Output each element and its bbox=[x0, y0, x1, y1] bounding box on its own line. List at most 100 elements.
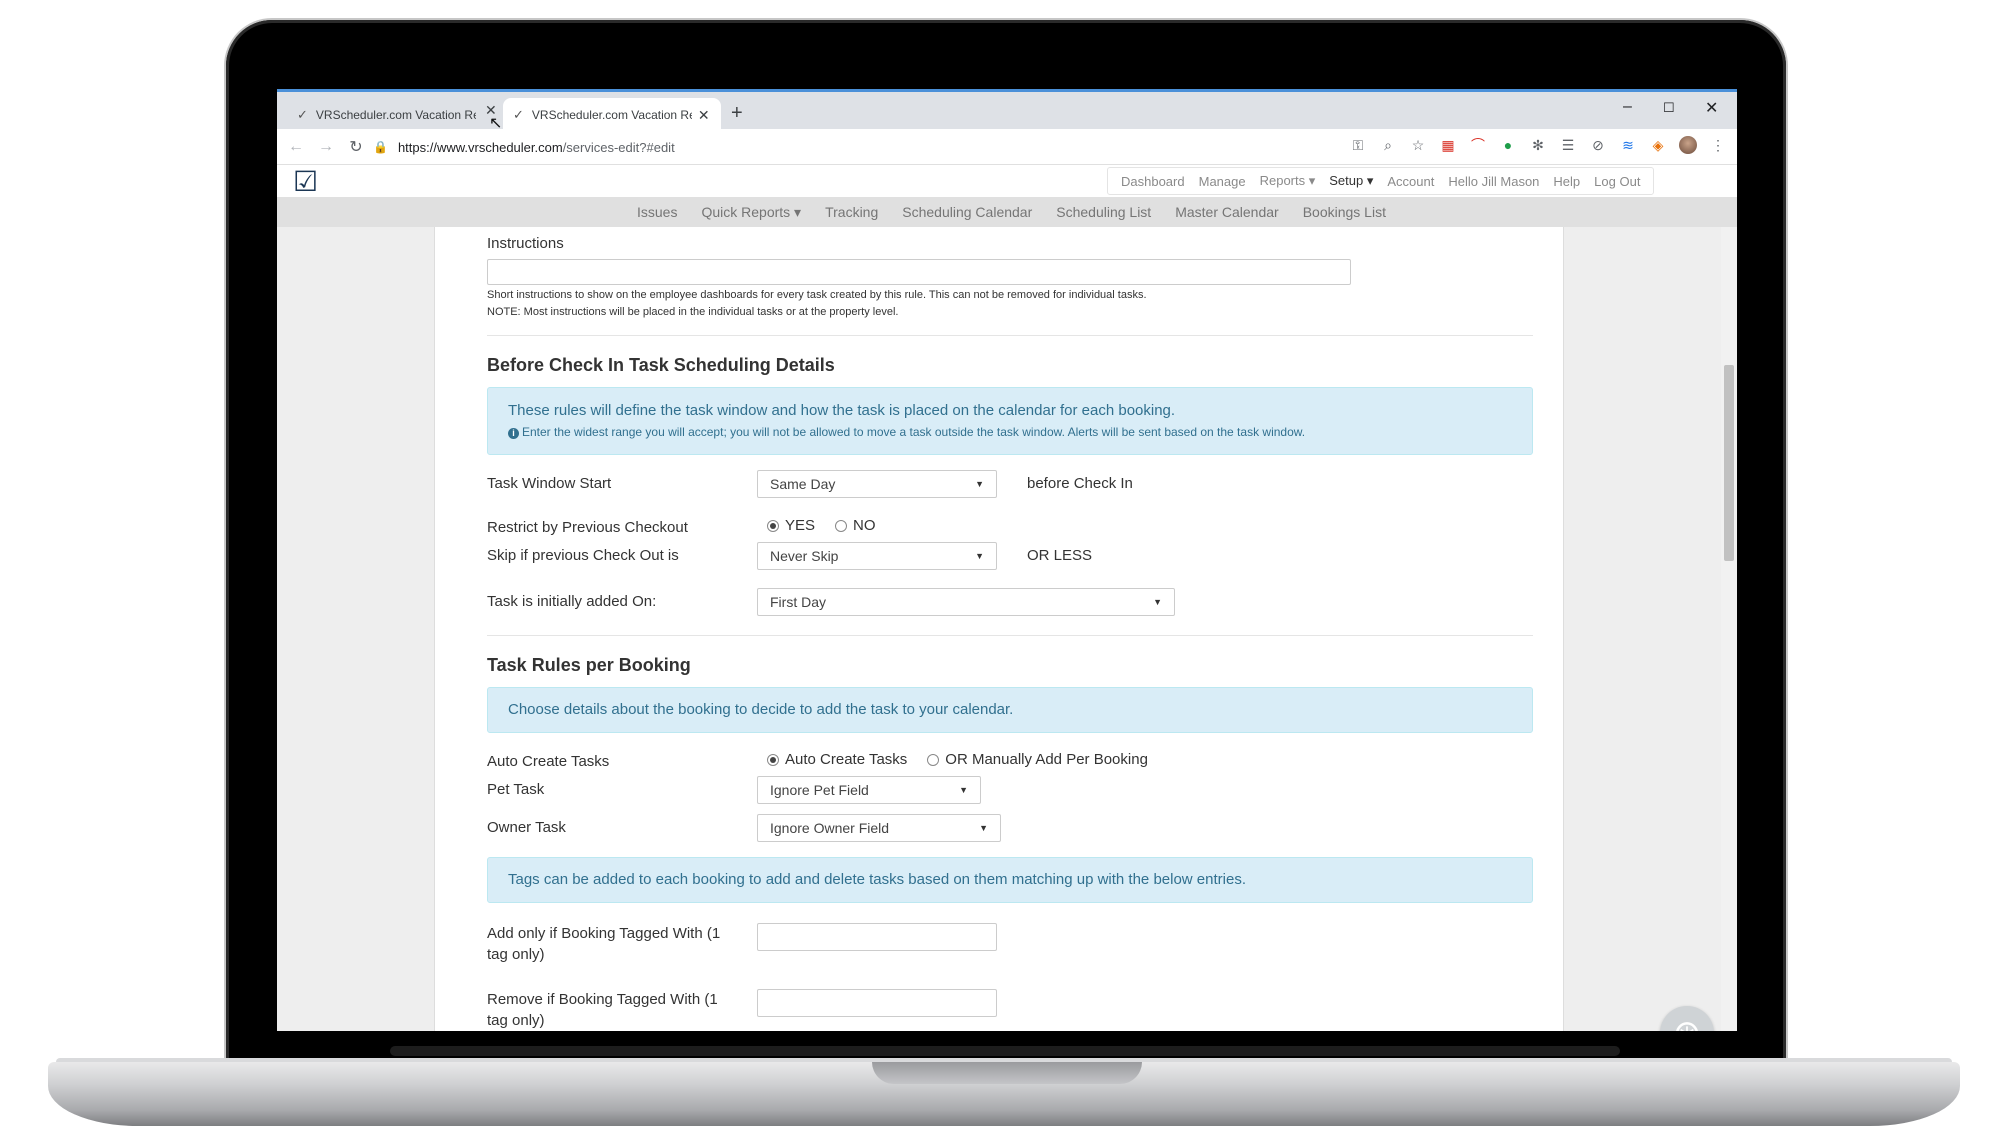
owner-task-label: Owner Task bbox=[487, 819, 566, 836]
restrict-radio-group: YES NO bbox=[767, 517, 876, 534]
nav-logout[interactable]: Log Out bbox=[1594, 174, 1640, 189]
grammarly-icon[interactable]: ● bbox=[1499, 137, 1517, 153]
remove-tag-input[interactable] bbox=[757, 989, 997, 1017]
nav-hello-user[interactable]: Hello Jill Mason bbox=[1448, 174, 1539, 189]
divider bbox=[487, 335, 1533, 336]
add-tag-input[interactable] bbox=[757, 923, 997, 951]
check-icon: ✓ bbox=[297, 107, 308, 122]
nav-reports[interactable]: Reports ▾ bbox=[1260, 173, 1316, 189]
task-window-suffix: before Check In bbox=[1027, 475, 1133, 492]
menu-dots-icon[interactable]: ⋮ bbox=[1709, 137, 1727, 154]
browser-tab-1[interactable]: ✓ VRScheduler.com Vacation Renta bbox=[287, 98, 495, 132]
restrict-label: Restrict by Previous Checkout bbox=[487, 519, 688, 536]
site: ☑ Dashboard Manage Reports ▾ Setup ▾ Acc… bbox=[277, 165, 1737, 1031]
lock-icon: 🔒 bbox=[373, 140, 388, 154]
scrollbar-track[interactable] bbox=[1721, 227, 1737, 1031]
subnav-tracking[interactable]: Tracking bbox=[825, 204, 878, 220]
add-tag-label: Add only if Booking Tagged With (1 tag o… bbox=[487, 925, 721, 963]
alert-main-text: These rules will define the task window … bbox=[508, 402, 1176, 419]
snowflake-icon[interactable]: ✻ bbox=[1529, 137, 1547, 154]
caret-down-icon: ▼ bbox=[979, 823, 988, 833]
forward-icon[interactable]: → bbox=[311, 138, 341, 156]
initially-added-label: Task is initially added On: bbox=[487, 593, 657, 610]
initially-added-select[interactable]: First Day ▼ bbox=[757, 588, 1175, 616]
divider bbox=[487, 635, 1533, 636]
subnav-scheduling-calendar[interactable]: Scheduling Calendar bbox=[902, 204, 1032, 220]
alert-sub-text: i Enter the widest range you will accept;… bbox=[508, 425, 1512, 439]
site-header: ☑ Dashboard Manage Reports ▾ Setup ▾ Acc… bbox=[277, 165, 1737, 197]
reload-icon[interactable]: ↻ bbox=[341, 137, 371, 157]
close-tab-icon[interactable]: ✕ bbox=[698, 107, 710, 124]
rules-alert-text: Choose details about the booking to deci… bbox=[508, 701, 1014, 718]
layers-icon[interactable]: ☰ bbox=[1559, 137, 1577, 154]
sub-nav: Issues Quick Reports ▾ Tracking Scheduli… bbox=[277, 197, 1737, 227]
compass-icon[interactable]: ⊘ bbox=[1589, 137, 1607, 154]
maximize-icon[interactable]: ☐ bbox=[1663, 100, 1675, 116]
nav-help[interactable]: Help bbox=[1553, 174, 1580, 189]
restrict-yes-label: YES bbox=[785, 517, 816, 534]
url-host: https://www.vrscheduler.com bbox=[397, 139, 563, 155]
key-icon[interactable]: ⚿ bbox=[1349, 137, 1367, 154]
auto-create-radio-group: Auto Create Tasks OR Manually Add Per Bo… bbox=[767, 751, 1148, 768]
extension-icon[interactable]: ⌒ bbox=[1469, 135, 1487, 155]
owner-task-select[interactable]: Ignore Owner Field ▼ bbox=[757, 814, 1001, 842]
browser-tab-2[interactable]: ✓ VRScheduler.com Vacation Renta ✕ bbox=[503, 98, 721, 132]
profile-avatar[interactable] bbox=[1679, 136, 1697, 154]
browser-toolbar: ← → ↻ 🔒 https://www.vrscheduler.com/serv… bbox=[277, 129, 1737, 165]
restrict-yes-radio[interactable] bbox=[767, 519, 779, 532]
task-window-select[interactable]: Same Day ▼ bbox=[757, 470, 997, 498]
scrollbar-thumb[interactable] bbox=[1724, 365, 1734, 561]
minimize-icon[interactable]: – bbox=[1623, 98, 1632, 116]
nav-dashboard[interactable]: Dashboard bbox=[1121, 174, 1185, 189]
subnav-quick-reports[interactable]: Quick Reports ▾ bbox=[701, 204, 801, 221]
info-icon: i bbox=[508, 428, 519, 439]
check-icon: ✓ bbox=[513, 107, 524, 122]
instructions-label: Instructions bbox=[487, 235, 564, 252]
nav-account[interactable]: Account bbox=[1387, 174, 1434, 189]
lifebuoy-icon[interactable]: ⊛ bbox=[1660, 1006, 1714, 1031]
auto-create-option-label: Auto Create Tasks bbox=[785, 751, 908, 768]
task-window-label: Task Window Start bbox=[487, 475, 612, 492]
logo-check-icon[interactable]: ☑ bbox=[293, 168, 318, 196]
skip-select[interactable]: Never Skip ▼ bbox=[757, 542, 997, 570]
manual-add-radio[interactable] bbox=[927, 753, 940, 766]
rules-heading: Task Rules per Booking bbox=[487, 655, 691, 675]
screen: ✓ VRScheduler.com Vacation Renta ✓ VRSch… bbox=[277, 89, 1737, 1031]
fox-icon[interactable]: ◈ bbox=[1649, 137, 1667, 154]
lines-icon[interactable]: ≋ bbox=[1619, 137, 1637, 154]
calendar-extension-icon[interactable]: ▦ bbox=[1439, 137, 1457, 154]
subnav-master-calendar[interactable]: Master Calendar bbox=[1175, 204, 1279, 220]
laptop-hinge bbox=[390, 1046, 1620, 1056]
rules-alert: Choose details about the booking to deci… bbox=[487, 687, 1533, 733]
skip-label: Skip if previous Check Out is bbox=[487, 547, 679, 564]
tab-title: VRScheduler.com Vacation Renta bbox=[531, 108, 692, 122]
window-close-icon[interactable]: ✕ bbox=[1705, 98, 1718, 118]
instructions-help-1: Short instructions to show on the employ… bbox=[487, 289, 1147, 301]
subnav-issues[interactable]: Issues bbox=[637, 204, 677, 220]
tab-title: VRScheduler.com Vacation Renta bbox=[315, 108, 476, 122]
manual-add-option-label: OR Manually Add Per Booking bbox=[945, 751, 1148, 768]
tags-alert: Tags can be added to each booking to add… bbox=[487, 857, 1533, 903]
url-path: /services-edit?#edit bbox=[562, 139, 675, 155]
caret-down-icon: ▼ bbox=[1153, 597, 1162, 607]
nav-manage[interactable]: Manage bbox=[1199, 174, 1246, 189]
before-checkin-heading: Before Check In Task Scheduling Details bbox=[487, 355, 835, 375]
caret-down-icon: ▼ bbox=[975, 479, 984, 489]
pet-task-label: Pet Task bbox=[487, 781, 545, 798]
new-tab-icon[interactable]: + bbox=[731, 102, 743, 125]
instructions-help-2: NOTE: Most instructions will be placed i… bbox=[487, 306, 899, 318]
extension-icons: ⚿ ⌕ ☆ ▦ ⌒ ● ✻ ☰ ⊘ ≋ ◈ ⋮ bbox=[1349, 135, 1727, 155]
back-icon[interactable]: ← bbox=[281, 138, 311, 156]
subnav-bookings-list[interactable]: Bookings List bbox=[1303, 204, 1386, 220]
zoom-icon[interactable]: ⌕ bbox=[1379, 137, 1397, 154]
subnav-scheduling-list[interactable]: Scheduling List bbox=[1056, 204, 1151, 220]
tags-alert-text: Tags can be added to each booking to add… bbox=[508, 871, 1246, 888]
skip-suffix: OR LESS bbox=[1027, 547, 1093, 564]
star-icon[interactable]: ☆ bbox=[1409, 137, 1427, 154]
nav-setup[interactable]: Setup ▾ bbox=[1329, 173, 1373, 189]
instructions-input[interactable] bbox=[487, 259, 1351, 285]
auto-create-radio[interactable] bbox=[767, 753, 779, 766]
task-window-alert: These rules will define the task window … bbox=[487, 387, 1533, 455]
pet-task-select[interactable]: Ignore Pet Field ▼ bbox=[757, 776, 981, 804]
restrict-no-radio[interactable] bbox=[835, 519, 848, 532]
